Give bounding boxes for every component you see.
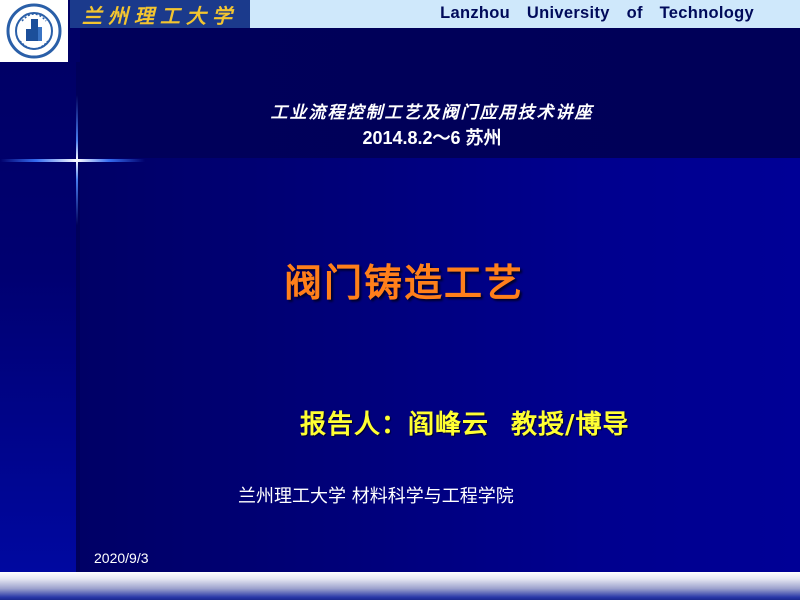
- university-logo: [0, 0, 68, 62]
- slide-title: 阀门铸造工艺: [283, 261, 524, 305]
- header-band: Lanzhou University of Technology: [250, 0, 800, 28]
- university-english-name: Lanzhou University of Technology: [440, 4, 754, 22]
- presenter-title: 教授/博导: [511, 410, 630, 440]
- background-panel: [80, 158, 800, 572]
- presenter-label: 报告人：: [300, 410, 409, 440]
- bottom-bar: [0, 572, 800, 600]
- presenter-line: 报告人：阎峰云 教授/博导: [300, 404, 630, 441]
- slide: Lanzhou University of Technology 兰州理工大学 …: [0, 0, 800, 600]
- presenter-name: 阎峰云: [408, 410, 490, 440]
- slide-date: 2020/9/3: [94, 550, 149, 566]
- calligraphy-banner: 兰州理工大学: [70, 0, 250, 28]
- university-calligraphy-name: 兰州理工大学: [82, 3, 238, 28]
- sparkle-horizontal-icon: [0, 159, 145, 162]
- university-seal-icon: [6, 3, 62, 59]
- affiliation: 兰州理工大学 材料科学与工程学院: [238, 486, 514, 507]
- lecture-date-location: 2014.8.2～6 苏州: [362, 128, 502, 148]
- lecture-series-title: 工业流程控制工艺及阀门应用技术讲座: [270, 103, 594, 123]
